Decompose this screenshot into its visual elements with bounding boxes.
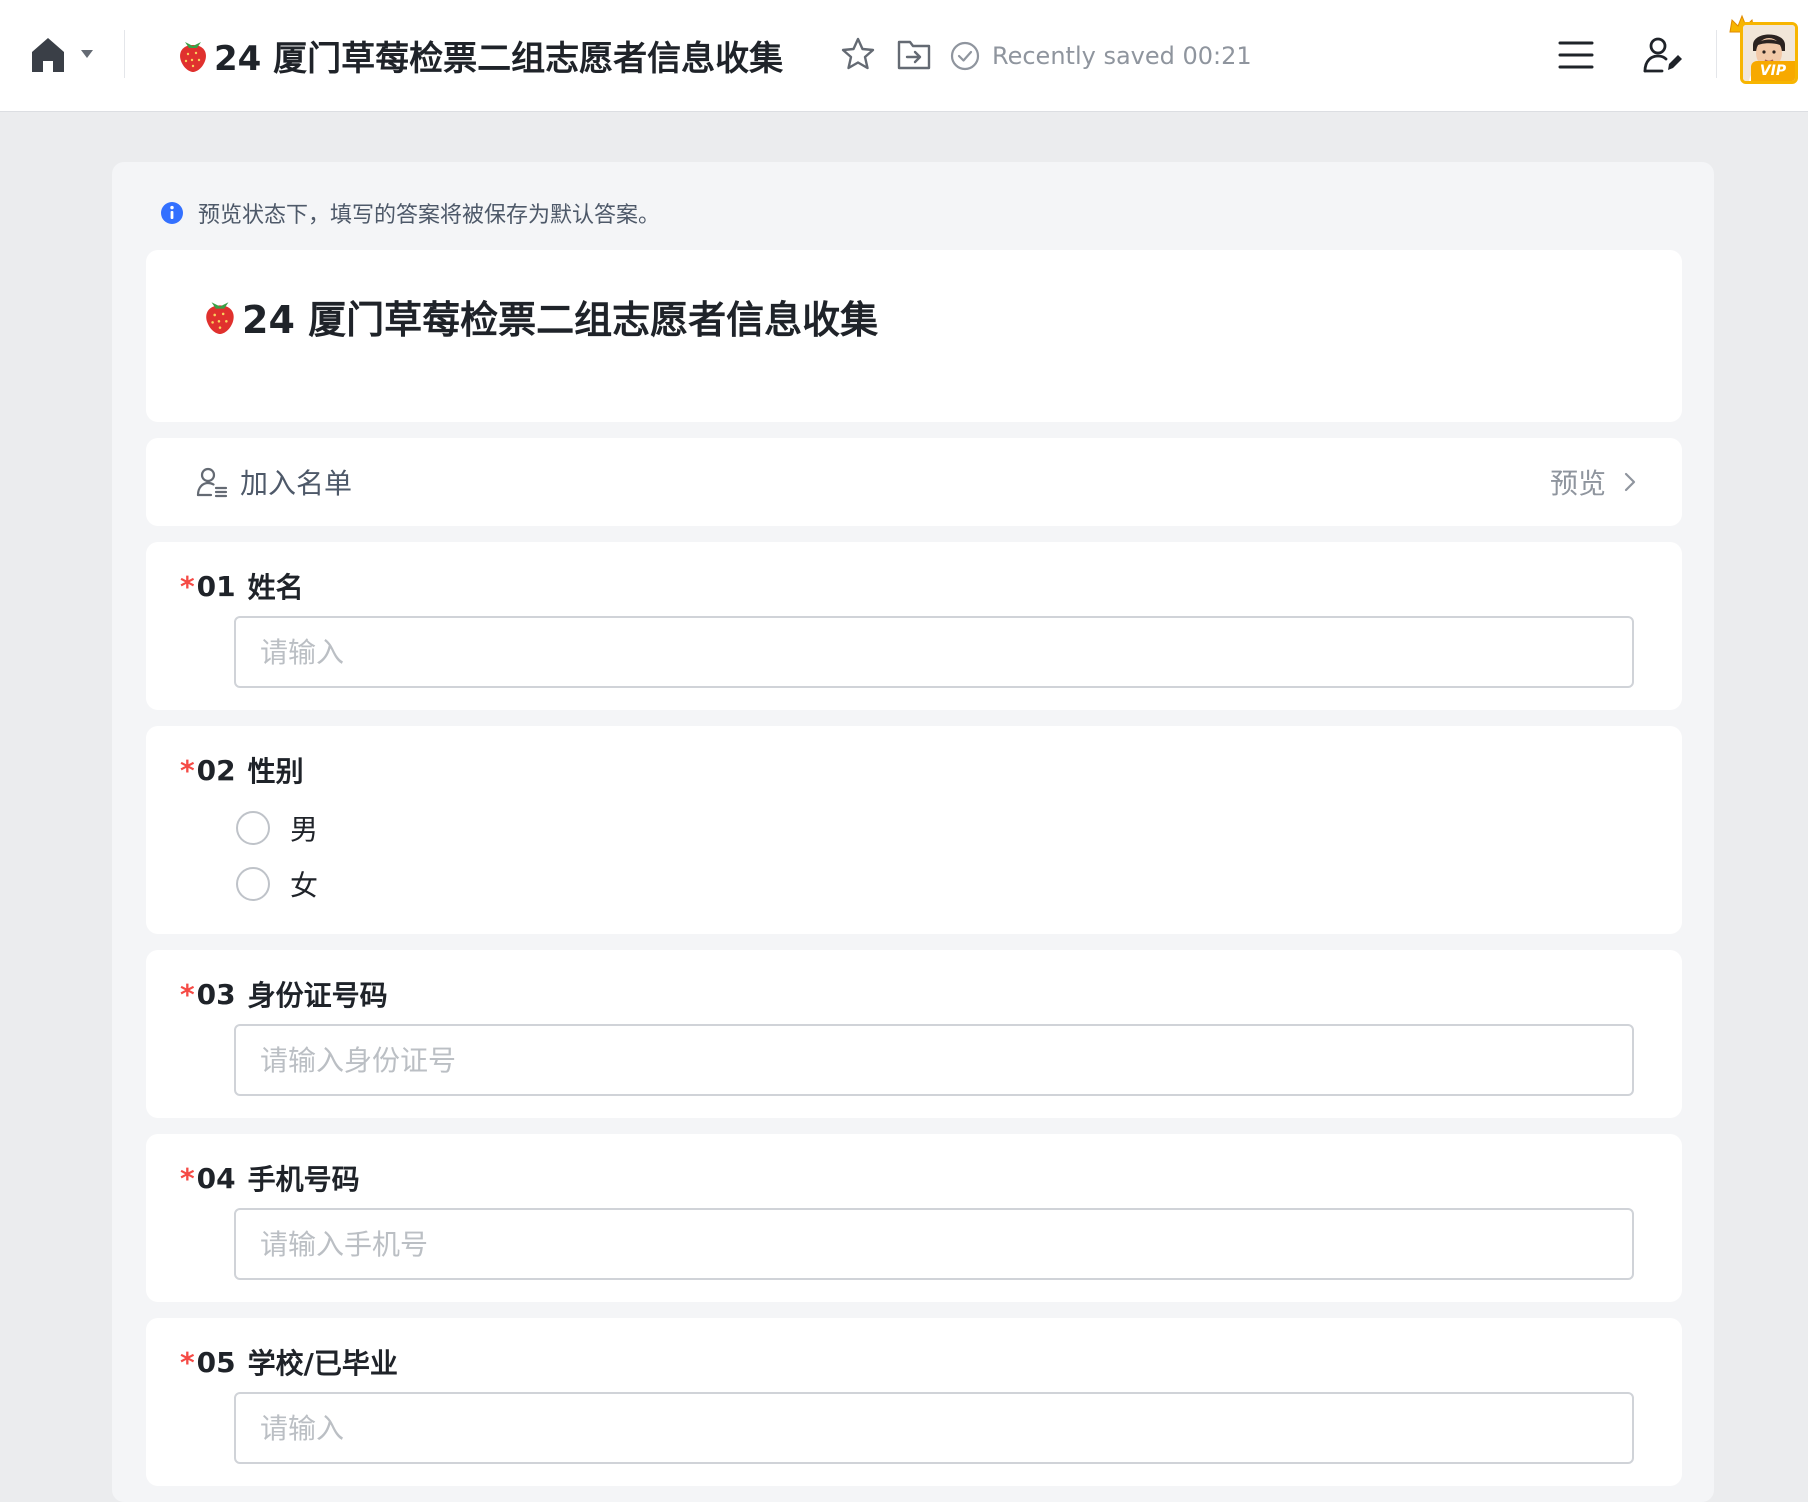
question-label: * 02 性别	[180, 752, 304, 789]
vip-badge: VIP	[1751, 61, 1795, 81]
roster-icon	[196, 467, 228, 498]
user-edit-icon[interactable]	[1642, 36, 1684, 74]
form-title-card: 24 厦门草莓检票二组志愿者信息收集	[146, 250, 1682, 422]
question-label: * 05 学校/已毕业	[180, 1344, 398, 1381]
required-mark: *	[180, 1345, 195, 1379]
question-number: 03	[196, 977, 236, 1011]
school-input[interactable]	[234, 1392, 1634, 1464]
avatar[interactable]: VIP	[1740, 22, 1798, 84]
question-title: 性别	[247, 755, 304, 788]
radio-button[interactable]	[236, 811, 270, 845]
join-list[interactable]: 加入名单	[196, 464, 352, 500]
question-label: * 03 身份证号码	[180, 976, 388, 1013]
question-title: 身份证号码	[247, 979, 388, 1012]
radio-button[interactable]	[236, 867, 270, 901]
id-number-input[interactable]	[234, 1024, 1634, 1096]
preview-label: 预览	[1549, 467, 1606, 500]
join-list-label: 加入名单	[240, 467, 353, 500]
info-icon	[161, 202, 183, 224]
save-status-text: Recently saved 00:21	[992, 42, 1252, 70]
question-card-id-number: * 03 身份证号码	[146, 950, 1682, 1118]
required-mark: *	[180, 1161, 195, 1195]
strawberry-icon	[180, 42, 206, 72]
radio-label: 女	[290, 869, 319, 902]
divider	[124, 30, 125, 78]
preview-notice: 预览状态下，填写的答案将被保存为默认答案。	[160, 198, 660, 228]
divider	[1716, 30, 1717, 78]
strawberry-icon	[206, 302, 234, 334]
radio-option-female[interactable]: 女	[236, 864, 318, 904]
question-number: 05	[196, 1345, 236, 1379]
home-icon[interactable]	[30, 36, 66, 74]
document-title-text: 24 厦门草莓检票二组志愿者信息收集	[214, 38, 784, 79]
phone-input[interactable]	[234, 1208, 1634, 1280]
form-title-text: 24 厦门草莓检票二组志愿者信息收集	[242, 297, 879, 342]
preview-notice-text: 预览状态下，填写的答案将被保存为默认答案。	[198, 203, 661, 228]
required-mark: *	[180, 977, 195, 1011]
move-to-folder-icon[interactable]	[896, 38, 932, 72]
save-status: Recently saved 00:21	[950, 38, 1252, 74]
form-title: 24 厦门草莓检票二组志愿者信息收集	[202, 290, 878, 342]
question-number: 01	[196, 569, 236, 603]
required-mark: *	[180, 753, 195, 787]
question-card-phone: * 04 手机号码	[146, 1134, 1682, 1302]
radio-label: 男	[290, 813, 319, 846]
question-number: 04	[196, 1161, 236, 1195]
star-icon[interactable]	[840, 36, 876, 72]
question-number: 02	[196, 753, 236, 787]
form-preview-panel: 预览状态下，填写的答案将被保存为默认答案。 24 厦门草莓检票二组志愿者信息收集…	[112, 162, 1714, 1502]
chevron-right-icon	[1624, 472, 1636, 492]
top-bar: 24 厦门草莓检票二组志愿者信息收集 Recently saved 00:21	[0, 0, 1808, 112]
question-card-name: * 01 姓名	[146, 542, 1682, 710]
question-title: 手机号码	[247, 1163, 360, 1196]
required-mark: *	[180, 569, 195, 603]
question-label: * 01 姓名	[180, 568, 304, 605]
join-list-bar[interactable]: 加入名单 预览	[146, 438, 1682, 526]
document-title[interactable]: 24 厦门草莓检票二组志愿者信息收集	[176, 30, 783, 80]
name-input[interactable]	[234, 616, 1634, 688]
check-circle-icon	[950, 41, 980, 71]
question-label: * 04 手机号码	[180, 1160, 360, 1197]
menu-icon[interactable]	[1558, 38, 1594, 72]
preview-link[interactable]: 预览	[1550, 464, 1638, 500]
question-title: 姓名	[247, 571, 304, 604]
radio-option-male[interactable]: 男	[236, 808, 318, 848]
question-title: 学校/已毕业	[247, 1347, 398, 1380]
question-card-school: * 05 学校/已毕业	[146, 1318, 1682, 1486]
question-card-gender: * 02 性别 男 女	[146, 726, 1682, 934]
chevron-down-icon[interactable]	[80, 48, 94, 60]
